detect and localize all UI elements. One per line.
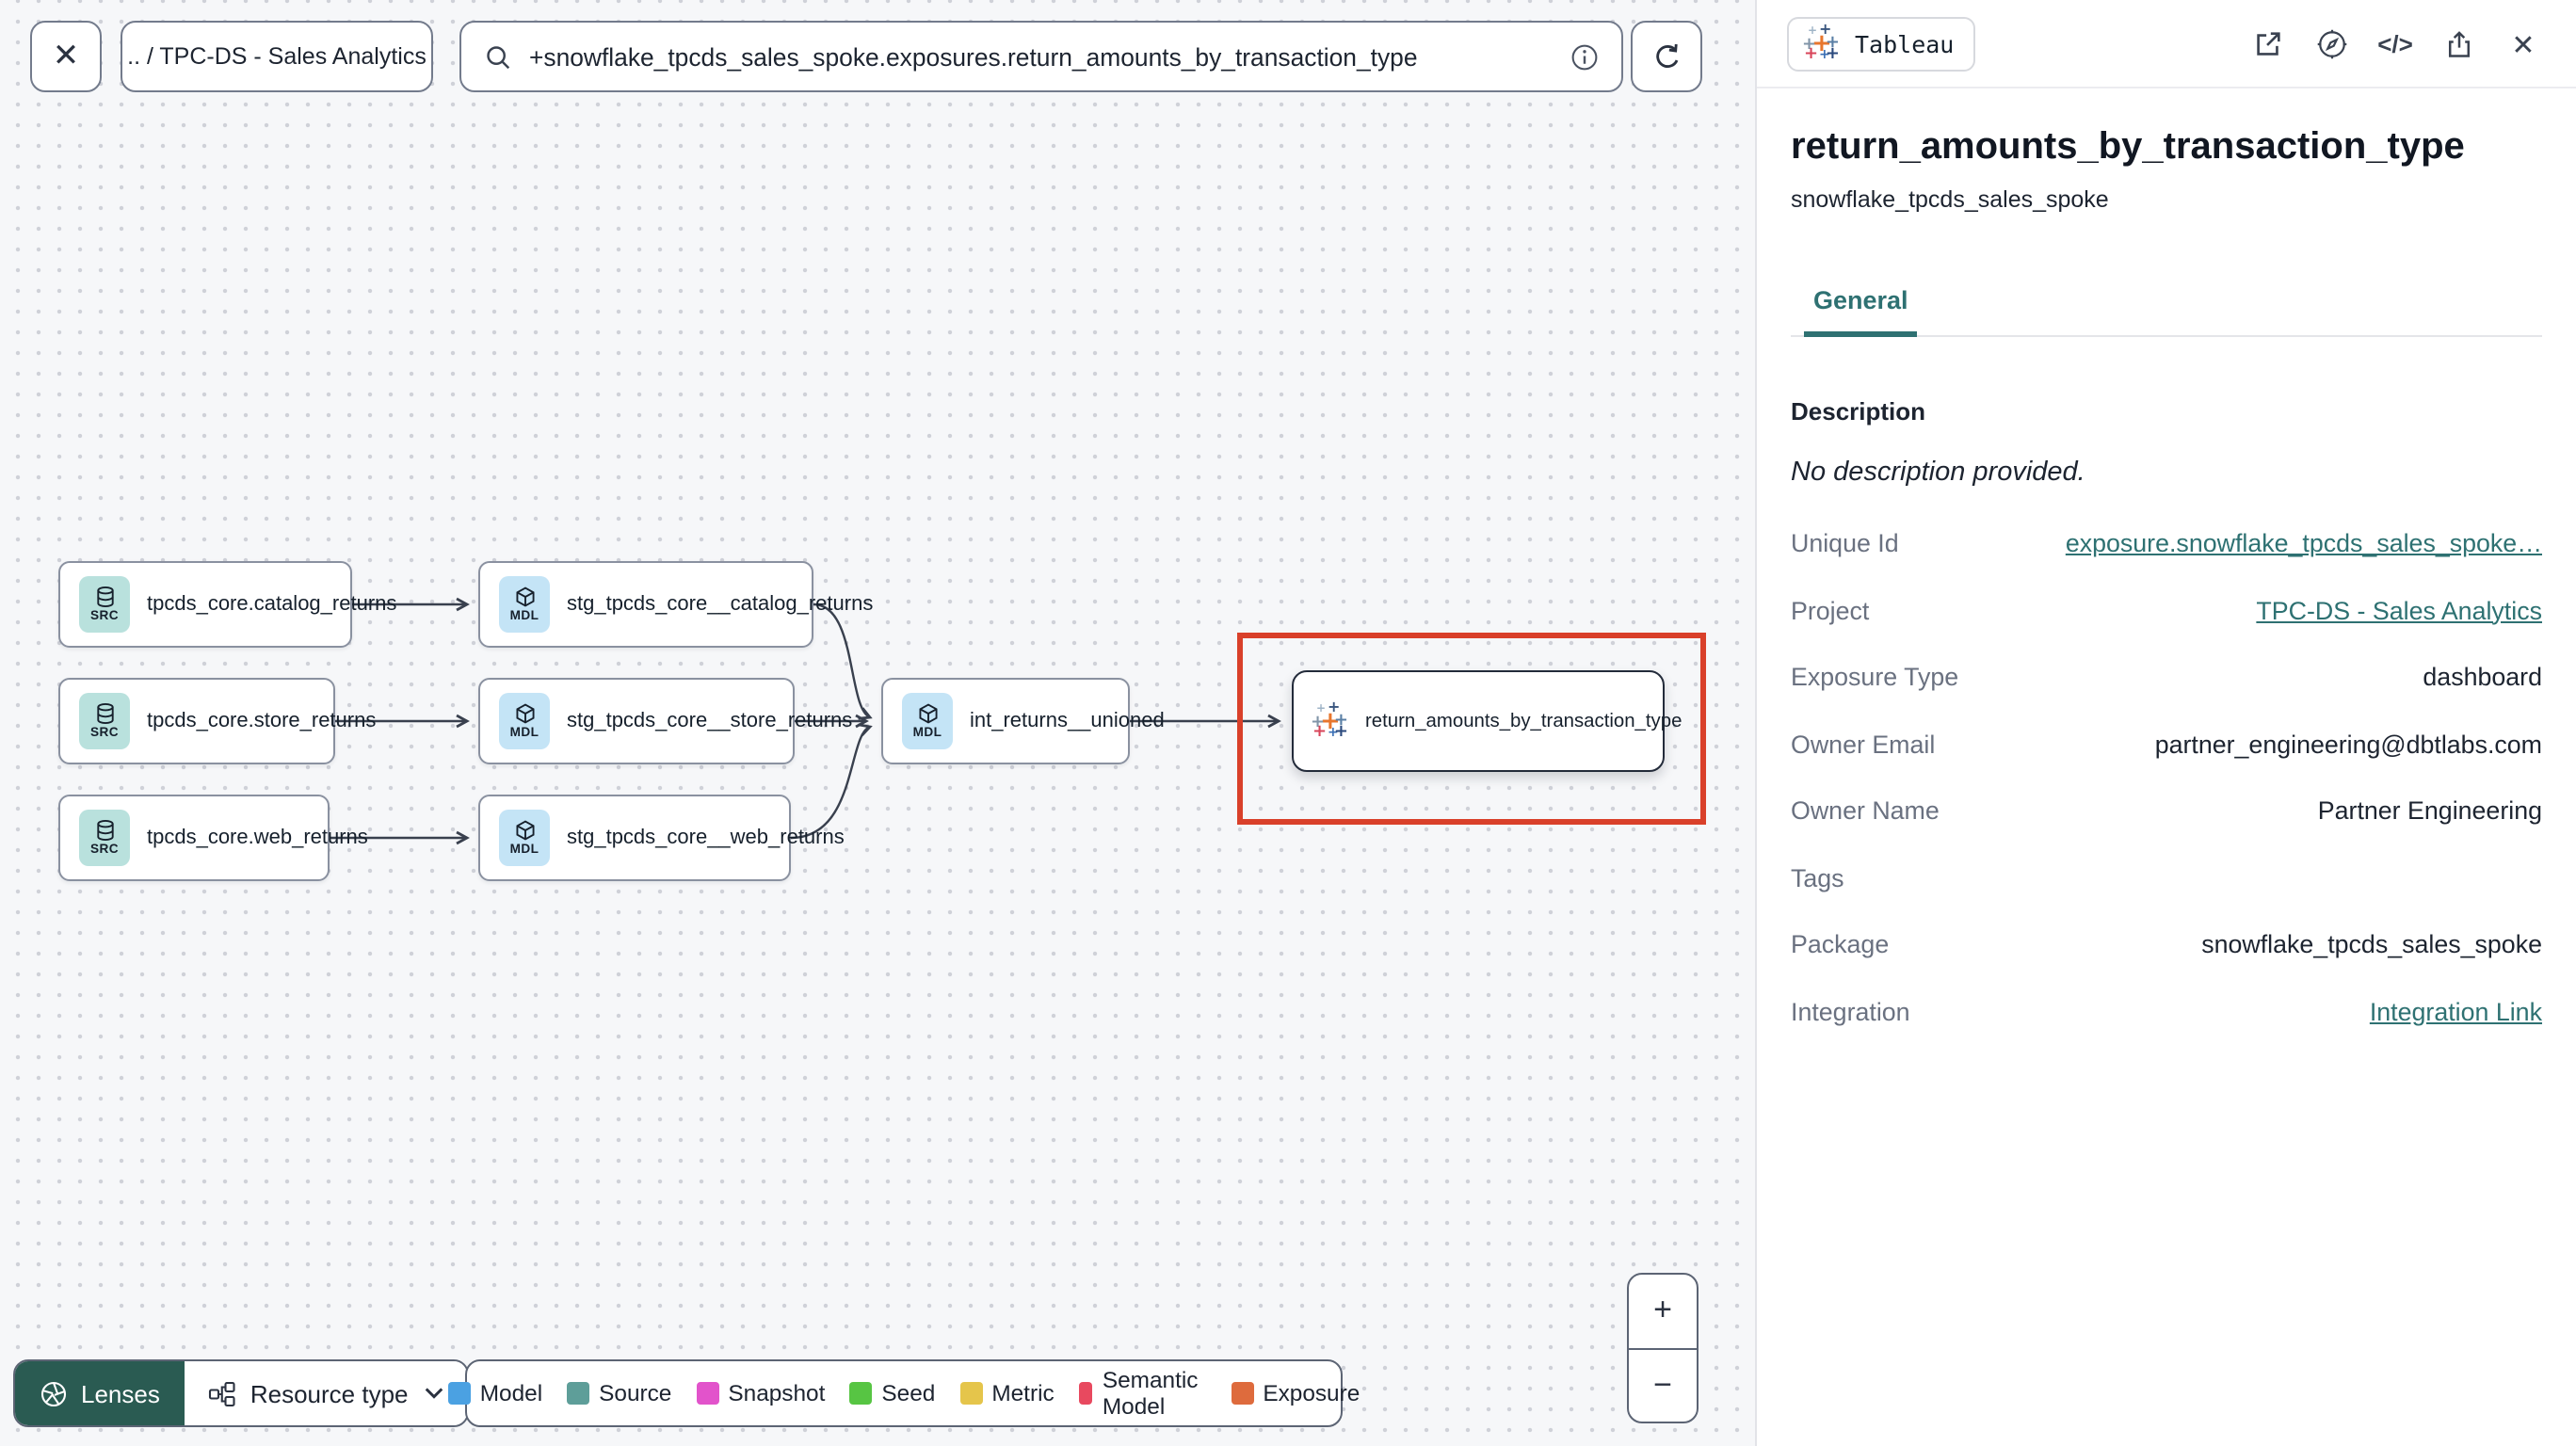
- source-type-badge: SRC: [79, 810, 130, 866]
- zoom-controls: + −: [1627, 1273, 1699, 1423]
- panel-tabbar: General: [1791, 284, 2542, 337]
- tableau-icon: + + + + + + + +: [1802, 21, 1840, 64]
- refresh-lineage-button[interactable]: [1631, 21, 1702, 92]
- owner-email-value: partner_engineering@dbtlabs.com: [2154, 730, 2542, 758]
- model-type-badge: MDL: [499, 810, 550, 866]
- lineage-node-source-store-returns[interactable]: SRC tpcds_core.store_returns: [58, 678, 376, 764]
- exposure-type-value: dashboard: [2423, 663, 2542, 691]
- lens-aperture-icon: [40, 1380, 67, 1406]
- model-type-badge: MDL: [499, 693, 550, 749]
- lineage-search-input[interactable]: +snowflake_tpcds_sales_spoke.exposures.r…: [459, 21, 1623, 92]
- source-type-badge: SRC: [79, 693, 130, 749]
- lineage-node-stg-web-returns[interactable]: MDL stg_tpcds_core__web_returns: [478, 795, 845, 881]
- legend-swatch: [447, 1382, 471, 1405]
- lenses-control-group: Lenses Resource type: [13, 1359, 469, 1427]
- field-row-owner-email: Owner Email partner_engineering@dbtlabs.…: [1791, 730, 2542, 758]
- cube-icon: [515, 703, 534, 724]
- search-value: +snowflake_tpcds_sales_spoke.exposures.r…: [529, 42, 1418, 71]
- external-link-icon: [2256, 32, 2279, 56]
- legend-item: Semantic Model: [1078, 1367, 1207, 1420]
- resource-type-dropdown[interactable]: Resource type: [184, 1361, 467, 1425]
- zoom-in-button[interactable]: +: [1629, 1275, 1697, 1349]
- legend-swatch: [849, 1382, 873, 1405]
- legend-item: Model: [447, 1380, 542, 1406]
- detail-fields: Unique Id exposure.snowflake_tpcds_sales…: [1791, 529, 2542, 1031]
- lineage-node-source-catalog-returns[interactable]: SRC tpcds_core.catalog_returns: [58, 561, 396, 648]
- resource-type-icon: [208, 1380, 235, 1406]
- field-row-exposure-type: Exposure Type dashboard: [1791, 663, 2542, 691]
- zoom-out-button[interactable]: −: [1629, 1349, 1697, 1422]
- exposure-package-subtitle: snowflake_tpcds_sales_spoke: [1791, 186, 2109, 213]
- lenses-button[interactable]: Lenses: [15, 1361, 185, 1425]
- lineage-node-int-returns-unioned[interactable]: MDL int_returns__unioned: [881, 678, 1165, 764]
- field-row-tags: Tags: [1791, 863, 1844, 892]
- lineage-node-source-web-returns[interactable]: SRC tpcds_core.web_returns: [58, 795, 368, 881]
- resource-type-legend: Model Source Snapshot Seed Metric Semant…: [447, 1359, 1360, 1427]
- legend-item: Seed: [849, 1380, 935, 1406]
- unique-id-link[interactable]: exposure.snowflake_tpcds_sales_spoke…: [2066, 529, 2542, 557]
- legend-swatch: [567, 1382, 590, 1405]
- integration-link[interactable]: Integration Link: [2370, 997, 2542, 1025]
- field-row-owner-name: Owner Name Partner Engineering: [1791, 796, 2542, 825]
- tab-general[interactable]: General: [1804, 286, 1918, 337]
- search-icon: [487, 45, 510, 69]
- legend-item: Metric: [959, 1380, 1055, 1406]
- exposure-title: return_amounts_by_transaction_type: [1791, 126, 2465, 168]
- database-icon: [96, 702, 113, 725]
- description-heading: Description: [1791, 397, 1926, 426]
- close-icon: ✕: [2511, 29, 2536, 61]
- cube-icon: [515, 586, 534, 607]
- chevron-down-icon: [425, 1388, 443, 1399]
- owner-name-value: Partner Engineering: [2317, 796, 2542, 825]
- explore-lineage-button[interactable]: [2312, 25, 2350, 63]
- legend-item: Exposure: [1231, 1380, 1360, 1406]
- package-value: snowflake_tpcds_sales_spoke: [2201, 930, 2542, 958]
- details-panel-header: + + + + + + + + Tableau </> ✕: [1757, 0, 2576, 88]
- project-link[interactable]: TPC-DS - Sales Analytics: [2256, 596, 2542, 624]
- share-icon: [2448, 30, 2471, 56]
- lineage-node-stg-store-returns[interactable]: MDL stg_tpcds_core__store_returns: [478, 678, 852, 764]
- lineage-node-stg-catalog-returns[interactable]: MDL stg_tpcds_core__catalog_returns: [478, 561, 873, 648]
- legend-swatch: [959, 1382, 983, 1405]
- lineage-node-exposure-selected[interactable]: + + + + + + + + return_amounts_by_transaction_t…: [1292, 670, 1682, 772]
- close-icon: ✕: [52, 38, 80, 73]
- share-button[interactable]: [2440, 25, 2478, 63]
- legend-item: Source: [567, 1380, 671, 1406]
- open-external-button[interactable]: [2248, 25, 2286, 63]
- refresh-icon: [1655, 42, 1678, 67]
- database-icon: [96, 819, 113, 842]
- field-row-package: Package snowflake_tpcds_sales_spoke: [1791, 930, 2542, 958]
- view-code-button[interactable]: </>: [2376, 25, 2414, 63]
- description-empty-text: No description provided.: [1791, 458, 2085, 488]
- compass-icon: [2316, 29, 2346, 59]
- info-icon[interactable]: [1570, 42, 1599, 71]
- legend-item: Snapshot: [696, 1380, 825, 1406]
- legend-swatch: [696, 1382, 719, 1405]
- legend-swatch: [1231, 1382, 1254, 1405]
- database-icon: [96, 586, 113, 608]
- field-row-integration: Integration Integration Link: [1791, 997, 2542, 1025]
- source-type-badge: SRC: [79, 576, 130, 633]
- breadcrumb[interactable]: .. / TPC-DS - Sales Analytics: [121, 21, 433, 92]
- legend-swatch: [1078, 1382, 1093, 1405]
- dbt-explorer-lineage-view: ✕ .. / TPC-DS - Sales Analytics +snowfla…: [0, 0, 2576, 1446]
- model-type-badge: MDL: [499, 576, 550, 633]
- details-panel: + + + + + + + + Tableau </> ✕ return_amo…: [1755, 0, 2576, 1446]
- code-icon: </>: [2377, 30, 2413, 58]
- cube-icon: [918, 703, 937, 724]
- field-row-project: Project TPC-DS - Sales Analytics: [1791, 596, 2542, 624]
- lineage-canvas[interactable]: ✕ .. / TPC-DS - Sales Analytics +snowfla…: [0, 0, 1755, 1446]
- tableau-source-badge: + + + + + + + + Tableau: [1787, 17, 1975, 72]
- model-type-badge: MDL: [902, 693, 953, 749]
- field-row-unique-id: Unique Id exposure.snowflake_tpcds_sales…: [1791, 529, 2542, 557]
- tableau-icon: + + + + + + + +: [1311, 698, 1348, 741]
- close-panel-button[interactable]: ✕: [2504, 25, 2542, 63]
- cube-icon: [515, 820, 534, 841]
- close-lineage-button[interactable]: ✕: [30, 21, 102, 92]
